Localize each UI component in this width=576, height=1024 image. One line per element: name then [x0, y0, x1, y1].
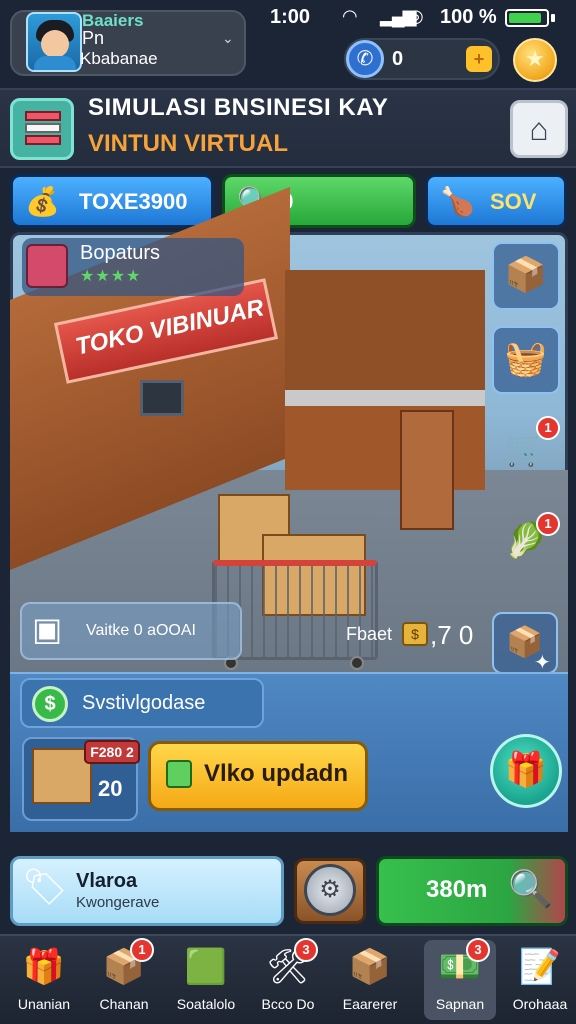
cash-icon: 🟩	[184, 948, 228, 986]
computer-icon	[140, 380, 184, 416]
home-button[interactable]: ⌂	[510, 100, 568, 158]
battery-cap	[551, 14, 555, 22]
phone-icon: ✆	[346, 40, 384, 78]
battery-icon	[505, 9, 549, 27]
nav-item-3[interactable]: 🛠 Bcco Do 3	[252, 938, 324, 1020]
nav-item-5[interactable]: 💵 Sapnan 3	[424, 938, 496, 1020]
search-value-text: 380m	[426, 876, 488, 903]
avatar[interactable]	[26, 12, 82, 72]
goods-subtitle: Kwongerave	[76, 894, 160, 911]
nav-item-1[interactable]: 📦 Chanan 1	[88, 938, 160, 1020]
money-value: TOXE3900	[79, 189, 188, 214]
box-icon: 📦	[504, 256, 548, 294]
nav-item-label: Soatalolo	[176, 996, 236, 1012]
battery-percent: 100 %	[440, 6, 497, 28]
nav-item-label: Chanan	[99, 996, 149, 1012]
magnifier-icon: 🔍	[508, 868, 553, 909]
crate-badge: 1	[536, 512, 560, 536]
dial-icon: ⚙	[304, 864, 356, 916]
box-icon: 📦	[348, 948, 392, 986]
drumstick-stat-button[interactable]: 🍗 SOV	[425, 174, 567, 228]
money-stat-button[interactable]: 💰 TOXE3900	[10, 174, 214, 228]
price-tag-icon: $	[402, 622, 428, 646]
third-value: SOV	[490, 189, 537, 214]
rating-stars: ★★★★	[80, 268, 142, 285]
stock-item-text: Vaitke 0 aOOAI	[86, 622, 196, 639]
status-time: 1:00	[270, 6, 311, 28]
gift-button[interactable]: 🎁	[490, 734, 562, 808]
currency-value: 0	[392, 48, 404, 70]
profile-subtitle: Kbabanae	[80, 49, 158, 68]
nav-item-4[interactable]: 📦 Eaarerer	[334, 940, 406, 1020]
nav-item-label: Sapnan	[435, 996, 485, 1012]
alarm-icon: ◎	[408, 6, 424, 26]
drumstick-icon: 🍗	[440, 186, 475, 217]
cart-wheel	[350, 656, 364, 670]
nav-badge: 3	[294, 938, 318, 962]
basket-button[interactable]: 🧺	[492, 326, 560, 394]
nav-item-label: Eaarerer	[342, 996, 398, 1012]
coin-icon[interactable]: ★	[513, 38, 557, 82]
nav-badge: 1	[130, 938, 154, 962]
stock-value: 20	[98, 776, 123, 801]
money-bag-icon: 💰	[25, 186, 60, 217]
gift-icon: 🎁	[504, 751, 548, 789]
price-tag-icon: 🏷	[22, 866, 68, 907]
checkout-counter[interactable]	[285, 390, 485, 490]
nav-item-2[interactable]: 🟩 Soatalolo	[170, 940, 242, 1020]
add-currency-button[interactable]: +	[466, 46, 492, 72]
game-title: SIMULASI BNSINESI KAY	[88, 94, 389, 121]
nav-item-0[interactable]: 🎁 Unanian	[8, 940, 80, 1020]
book-icon	[26, 244, 68, 288]
back-shelf	[285, 270, 485, 390]
shop-boxes-icon	[10, 98, 74, 160]
ticket-icon	[166, 760, 192, 788]
nav-item-label: Orohaaa	[512, 996, 568, 1012]
chevron-down-icon[interactable]: ⌄	[222, 30, 234, 47]
home-icon: ⌂	[529, 111, 549, 147]
profile-name: Pn	[82, 28, 105, 48]
shop-info-title: Bopaturs	[80, 242, 161, 264]
nav-item-label: Unanian	[17, 996, 71, 1012]
wifi-icon: ◠	[342, 6, 358, 26]
cube-icon: ▣	[32, 611, 63, 647]
game-subtitle: VINTUN VIRTUAL	[88, 130, 288, 157]
price-label: Fbaet	[346, 624, 393, 644]
cart-badge: 1	[536, 416, 560, 440]
sales-label: Svstivlgodase	[82, 692, 206, 714]
stock-badge: F280 2	[84, 740, 140, 764]
cash-register[interactable]	[400, 410, 454, 530]
nav-badge: 3	[466, 938, 490, 962]
dollar-icon: $	[32, 686, 68, 722]
cardboard-box-icon	[32, 748, 92, 804]
inventory-box-button[interactable]: 📦	[492, 242, 560, 310]
nav-item-label: Bcco Do	[261, 996, 315, 1012]
basket-icon: 🧺	[504, 340, 548, 378]
price-value: ,7 0	[430, 620, 474, 650]
clipboard-icon: 📝	[518, 948, 562, 986]
goods-title: Vlaroa	[76, 870, 138, 892]
upgrade-label: Vlko updadn	[204, 760, 348, 787]
nav-item-6[interactable]: 📝 Orohaaa	[504, 940, 576, 1020]
gift-icon: 🎁	[22, 948, 66, 986]
